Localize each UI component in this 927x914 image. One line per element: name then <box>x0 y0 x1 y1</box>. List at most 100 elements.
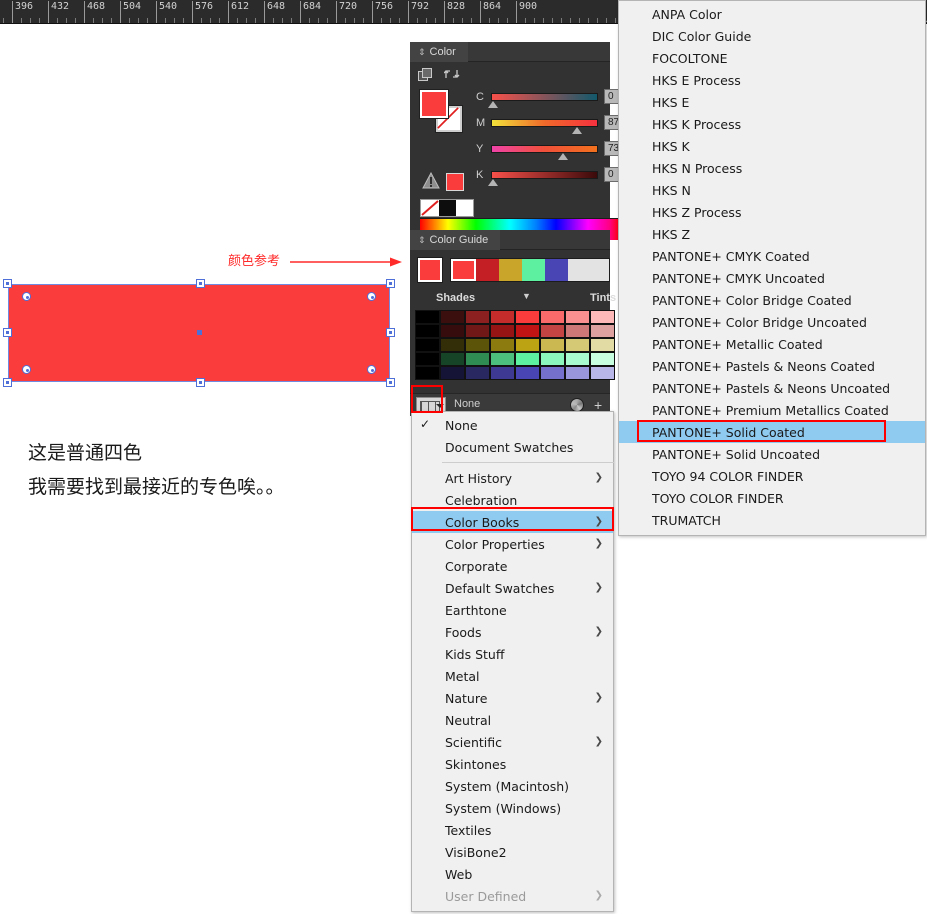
guide-swatch-cell[interactable] <box>515 310 540 324</box>
guide-swatch-cell[interactable] <box>465 324 490 338</box>
swatch-libraries-menu[interactable]: ✓ None Document Swatches Art History ❯ Celebr… <box>411 411 614 912</box>
submenu-item-toyo-color-finder[interactable]: TOYO COLOR FINDER <box>619 487 925 509</box>
slider-thumb-k[interactable] <box>488 179 498 186</box>
harmony-swatch[interactable] <box>522 259 545 281</box>
submenu-item-hks-z[interactable]: HKS Z <box>619 223 925 245</box>
guide-swatch-cell[interactable] <box>490 338 515 352</box>
handle-bottom-left[interactable] <box>3 378 12 387</box>
corner-radius-widget-top-left[interactable] <box>22 292 31 301</box>
harmony-swatch[interactable] <box>499 259 522 281</box>
menu-item-scientific[interactable]: Scientific ❯ <box>412 731 613 753</box>
guide-swatch-cell[interactable] <box>540 338 565 352</box>
corner-radius-widget-bottom-right[interactable] <box>367 365 376 374</box>
swatch-white[interactable] <box>456 200 473 216</box>
menu-item-web[interactable]: Web <box>412 863 613 885</box>
menu-item-neutral[interactable]: Neutral <box>412 709 613 731</box>
menu-item-system-windows[interactable]: System (Windows) <box>412 797 613 819</box>
gamut-suggested-color-swatch[interactable] <box>446 173 464 191</box>
swap-fill-stroke-group-icon[interactable] <box>418 68 434 82</box>
menu-item-corporate[interactable]: Corporate <box>412 555 613 577</box>
panel-grip-icon[interactable]: ⇕ <box>418 47 426 57</box>
slider-thumb-c[interactable] <box>488 101 498 108</box>
guide-swatch-cell[interactable] <box>440 310 465 324</box>
guide-swatch-cell[interactable] <box>565 366 590 380</box>
guide-swatch-cell[interactable] <box>465 338 490 352</box>
edit-colors-wheel-icon[interactable] <box>570 398 584 412</box>
submenu-item-anpa-color[interactable]: ANPA Color <box>619 3 925 25</box>
menu-item-art-history[interactable]: Art History ❯ <box>412 467 613 489</box>
guide-swatch-cell[interactable] <box>565 352 590 366</box>
menu-item-default-swatches[interactable]: Default Swatches ❯ <box>412 577 613 599</box>
guide-swatch-cell[interactable] <box>490 366 515 380</box>
guide-swatch-cell[interactable] <box>565 324 590 338</box>
guide-swatch-cell[interactable] <box>465 366 490 380</box>
slider-track-y[interactable] <box>491 145 598 153</box>
menu-item-celebration[interactable]: Celebration <box>412 489 613 511</box>
menu-item-document-swatches[interactable]: Document Swatches <box>412 436 613 458</box>
guide-swatch-cell[interactable] <box>565 338 590 352</box>
guide-swatch-cell[interactable] <box>415 366 440 380</box>
slider-track-c[interactable] <box>491 93 598 101</box>
harmony-swatch[interactable] <box>451 259 476 281</box>
guide-swatch-cell[interactable] <box>515 366 540 380</box>
out-of-gamut-warning-icon[interactable] <box>422 172 440 190</box>
guide-swatch-cell[interactable] <box>440 352 465 366</box>
harmony-swatch[interactable] <box>545 259 568 281</box>
swatch-none[interactable] <box>421 200 439 216</box>
guide-swatch-cell[interactable] <box>490 310 515 324</box>
menu-item-system-macintosh[interactable]: System (Macintosh) <box>412 775 613 797</box>
submenu-item-hks-e-process[interactable]: HKS E Process <box>619 69 925 91</box>
slider-track-m[interactable] <box>491 119 598 127</box>
tab-color[interactable]: ⇕ Color <box>410 42 468 62</box>
guide-swatch-cell[interactable] <box>440 366 465 380</box>
handle-top-left[interactable] <box>3 279 12 288</box>
guide-swatch-cell[interactable] <box>440 324 465 338</box>
panel-grip-icon-2[interactable]: ⇕ <box>418 235 426 245</box>
menu-item-textiles[interactable]: Textiles <box>412 819 613 841</box>
guide-swatch-cell[interactable] <box>515 352 540 366</box>
handle-bottom-right[interactable] <box>386 378 395 387</box>
menu-item-kids-stuff[interactable]: Kids Stuff <box>412 643 613 665</box>
guide-swatch-cell[interactable] <box>565 310 590 324</box>
selected-rectangle-group[interactable] <box>3 279 395 387</box>
guide-swatch-cell[interactable] <box>490 324 515 338</box>
submenu-item-pantone-color-bridge-uncoated[interactable]: PANTONE+ Color Bridge Uncoated <box>619 311 925 333</box>
slider-thumb-y[interactable] <box>558 153 568 160</box>
guide-swatch-cell[interactable] <box>515 324 540 338</box>
submenu-item-hks-n[interactable]: HKS N <box>619 179 925 201</box>
guide-swatch-cell[interactable] <box>590 366 615 380</box>
menu-item-foods[interactable]: Foods ❯ <box>412 621 613 643</box>
fill-swatch[interactable] <box>419 89 449 119</box>
corner-radius-widget-bottom-left[interactable] <box>22 365 31 374</box>
corner-radius-widget-top-right[interactable] <box>367 292 376 301</box>
submenu-item-hks-k-process[interactable]: HKS K Process <box>619 113 925 135</box>
guide-swatch-cell[interactable] <box>590 352 615 366</box>
menu-item-visibone2[interactable]: VisiBone2 <box>412 841 613 863</box>
handle-top-center[interactable] <box>196 279 205 288</box>
menu-item-color-properties[interactable]: Color Properties ❯ <box>412 533 613 555</box>
guide-swatch-cell[interactable] <box>540 352 565 366</box>
guide-swatch-cell[interactable] <box>415 352 440 366</box>
menu-item-none[interactable]: ✓ None <box>412 414 613 436</box>
slider-track-k[interactable] <box>491 171 598 179</box>
submenu-item-pantone-solid-uncoated[interactable]: PANTONE+ Solid Uncoated <box>619 443 925 465</box>
handle-top-right[interactable] <box>386 279 395 288</box>
submenu-item-dic-color-guide[interactable]: DIC Color Guide <box>619 25 925 47</box>
tab-color-guide[interactable]: ⇕ Color Guide <box>410 230 501 250</box>
guide-swatch-cell[interactable] <box>540 366 565 380</box>
guide-base-color-swatch[interactable] <box>417 257 443 283</box>
submenu-item-hks-z-process[interactable]: HKS Z Process <box>619 201 925 223</box>
handle-middle-left[interactable] <box>3 328 12 337</box>
chevron-down-icon[interactable] <box>436 404 444 408</box>
menu-item-nature[interactable]: Nature ❯ <box>412 687 613 709</box>
menu-item-skintones[interactable]: Skintones <box>412 753 613 775</box>
submenu-item-trumatch[interactable]: TRUMATCH <box>619 509 925 531</box>
submenu-item-pantone-pastels-neons-coated[interactable]: PANTONE+ Pastels & Neons Coated <box>619 355 925 377</box>
guide-swatch-cell[interactable] <box>415 324 440 338</box>
submenu-item-pantone-cmyk-uncoated[interactable]: PANTONE+ CMYK Uncoated <box>619 267 925 289</box>
submenu-item-pantone-premium-metallics-coated[interactable]: PANTONE+ Premium Metallics Coated <box>619 399 925 421</box>
guide-swatch-cell[interactable] <box>515 338 540 352</box>
guide-swatch-cell[interactable] <box>540 310 565 324</box>
guide-swatch-cell[interactable] <box>590 324 615 338</box>
guide-swatch-cell[interactable] <box>490 352 515 366</box>
